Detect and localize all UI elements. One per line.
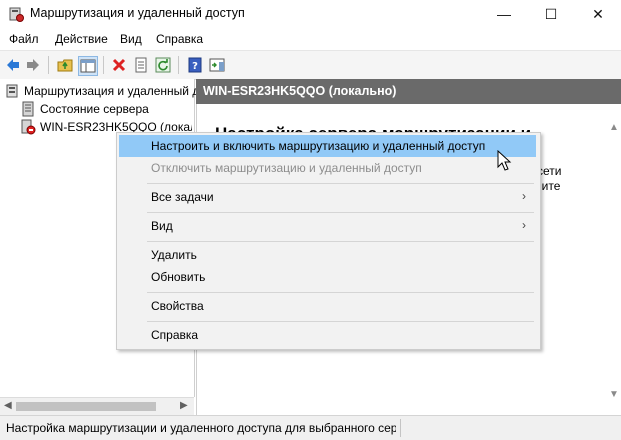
maximize-button[interactable]: ☐ (528, 0, 574, 28)
menu-bar: Файл Действие Вид Справка (0, 28, 621, 50)
status-text: Настройка маршрутизации и удаленного дос… (6, 421, 396, 435)
menu-view[interactable]: Вид (120, 32, 142, 46)
menu-item-view[interactable]: Вид › (119, 215, 536, 237)
toolbar-separator (178, 56, 179, 74)
scroll-up-icon[interactable]: ▲ (609, 122, 619, 133)
menu-separator (147, 241, 534, 242)
status-separator (400, 419, 401, 437)
menu-action[interactable]: Действие (55, 32, 108, 46)
toolbar-separator (103, 56, 104, 74)
properties-icon[interactable] (132, 56, 150, 74)
delete-icon[interactable] (110, 56, 128, 74)
menu-item-help[interactable]: Справка (119, 324, 536, 346)
menu-file[interactable]: Файл (9, 32, 39, 46)
tree-horizontal-scrollbar[interactable]: ◀ ▶ (0, 397, 194, 416)
title-bar: Маршрутизация и удаленный доступ — ☐ ✕ (0, 0, 621, 28)
scroll-down-icon[interactable]: ▼ (609, 389, 619, 400)
context-menu: Настроить и включить маршрутизацию и уда… (116, 132, 541, 350)
server-stopped-icon (21, 119, 36, 135)
menu-separator (147, 183, 534, 184)
scroll-right-icon[interactable]: ▶ (180, 400, 188, 411)
svg-text:?: ? (192, 61, 198, 72)
toolbar: ? (0, 50, 621, 80)
scrollbar-thumb[interactable] (16, 402, 156, 411)
menu-item-delete[interactable]: Удалить (119, 244, 536, 266)
minimize-button[interactable]: — (481, 0, 527, 28)
tree-item-server-status-label: Состояние сервера (40, 102, 149, 116)
routing-app-icon (9, 7, 24, 22)
toolbar-separator (48, 56, 49, 74)
menu-item-configure-enable[interactable]: Настроить и включить маршрутизацию и уда… (119, 135, 536, 157)
submenu-arrow-icon: › (522, 189, 526, 203)
refresh-icon[interactable] (154, 56, 172, 74)
mouse-cursor-icon (497, 150, 512, 171)
window-title: Маршрутизация и удаленный доступ (30, 6, 245, 20)
menu-item-disable: Отключить маршрутизацию и удаленный дост… (151, 161, 422, 175)
scroll-left-icon[interactable]: ◀ (4, 400, 12, 411)
up-folder-icon[interactable] (56, 56, 74, 74)
submenu-arrow-icon: › (522, 218, 526, 232)
menu-separator (147, 321, 534, 322)
menu-separator (147, 292, 534, 293)
menu-item-all-tasks[interactable]: Все задачи › (119, 186, 536, 208)
server-status-icon (22, 101, 34, 117)
routing-root-icon (6, 84, 18, 98)
tree-item-server-status[interactable]: Состояние сервера (20, 100, 149, 118)
menu-help[interactable]: Справка (156, 32, 203, 46)
back-arrow-icon[interactable] (4, 56, 22, 74)
menu-separator (147, 212, 534, 213)
show-action-pane-icon[interactable] (208, 56, 226, 74)
status-bar: Настройка маршрутизации и удаленного дос… (0, 415, 621, 440)
menu-item-properties[interactable]: Свойства (119, 295, 536, 317)
close-button[interactable]: ✕ (575, 0, 621, 28)
detail-header-label: WIN-ESR23HK5QQO (локально) (203, 84, 397, 98)
show-hide-tree-icon[interactable] (78, 56, 98, 76)
help-icon[interactable]: ? (186, 56, 204, 74)
detail-header: WIN-ESR23HK5QQO (локально) (196, 79, 621, 104)
detail-vertical-scrollbar[interactable]: ▲ ▼ (605, 104, 621, 415)
forward-arrow-icon[interactable] (24, 56, 42, 74)
menu-item-refresh[interactable]: Обновить (119, 266, 536, 288)
